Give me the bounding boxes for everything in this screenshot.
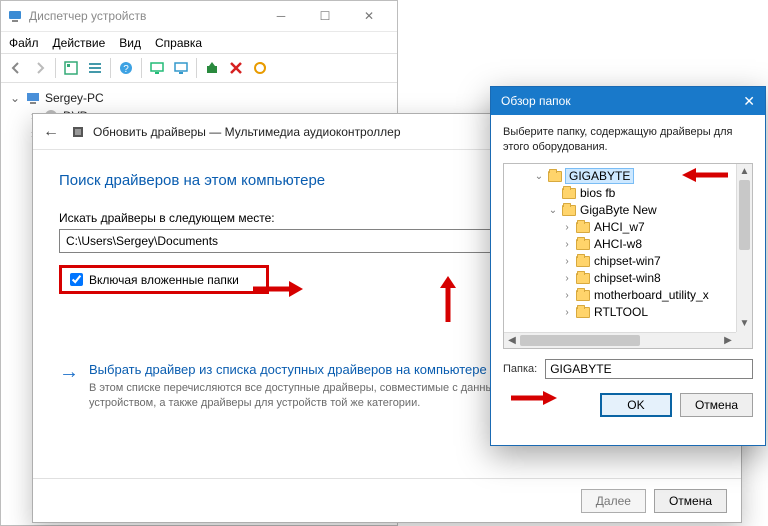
help-icon[interactable]: ? (115, 57, 137, 79)
folder-icon (562, 188, 576, 199)
menu-action[interactable]: Действие (53, 36, 106, 50)
folder-icon (548, 171, 562, 182)
device-manager-icon (7, 8, 23, 24)
driver-chip-icon (71, 125, 85, 139)
scan-icon[interactable] (249, 57, 271, 79)
chevron-down-icon[interactable]: ⌄ (534, 171, 544, 182)
folder-name: chipset-win7 (594, 254, 661, 268)
include-subfolders-checkbox[interactable] (70, 273, 83, 286)
folder-name: AHCI_w7 (594, 220, 645, 234)
computer-icon (25, 90, 41, 106)
folder-icon (562, 205, 576, 216)
menu-view[interactable]: Вид (119, 36, 141, 50)
update-driver-icon[interactable] (201, 57, 223, 79)
folder-name: AHCI-w8 (594, 237, 642, 251)
folder-tree-item[interactable]: › RTLTOOL (506, 304, 750, 321)
folder-name: motherboard_utility_x (594, 288, 709, 302)
bff-cancel-button[interactable]: Отмена (680, 393, 753, 417)
folder-name: chipset-win8 (594, 271, 661, 285)
toolbar-monitor2-icon[interactable] (170, 57, 192, 79)
folder-icon (576, 239, 590, 250)
folder-icon (576, 290, 590, 301)
chevron-right-icon[interactable]: › (562, 307, 572, 318)
dm-toolbar: ? (1, 53, 397, 83)
annotation-arrow-icon (509, 389, 557, 407)
browse-folder-dialog: Обзор папок ✕ Выберите папку, содержащую… (490, 86, 766, 446)
folder-field-label: Папка: (503, 363, 537, 375)
scroll-down-icon[interactable]: ▼ (737, 316, 752, 332)
tree-root[interactable]: ⌄ Sergey-PC (9, 89, 389, 107)
chevron-right-icon[interactable]: › (562, 273, 572, 284)
chevron-right-icon[interactable]: › (562, 239, 572, 250)
bff-titlebar[interactable]: Обзор папок ✕ (491, 87, 765, 115)
folder-name: GigaByte New (580, 203, 657, 217)
chevron-right-icon[interactable]: › (562, 222, 572, 233)
scroll-thumb[interactable] (520, 335, 640, 346)
chevron-right-icon[interactable]: › (562, 256, 572, 267)
folder-tree-item[interactable]: ⌄ GigaByte New (506, 202, 750, 219)
folder-icon (576, 222, 590, 233)
cancel-button[interactable]: Отмена (654, 489, 727, 513)
back-button[interactable]: ← (43, 123, 63, 141)
folder-tree-item[interactable]: ⌄ GIGABYTE (506, 168, 750, 185)
uninstall-icon[interactable] (225, 57, 247, 79)
folder-tree[interactable]: ⌄ GIGABYTE bios fb ⌄ GigaByte New › AHCI_w7 › AH… (503, 163, 753, 349)
tree-root-label: Sergey-PC (45, 91, 104, 105)
folder-name: bios fb (580, 186, 615, 200)
dm-titlebar[interactable]: Диспетчер устройств ─ ☐ ✕ (1, 1, 397, 31)
dm-menubar: Файл Действие Вид Справка (1, 31, 397, 53)
chevron-right-icon[interactable]: › (562, 290, 572, 301)
next-button[interactable]: Далее (581, 489, 646, 513)
close-icon[interactable]: ✕ (743, 93, 755, 110)
folder-tree-item[interactable]: › motherboard_utility_x (506, 287, 750, 304)
horizontal-scrollbar[interactable]: ◀ ▶ (504, 332, 736, 348)
option-title: Выбрать драйвер из списка доступных драй… (89, 362, 529, 377)
scroll-thumb[interactable] (739, 180, 750, 250)
menu-file[interactable]: Файл (9, 36, 39, 50)
svg-text:?: ? (123, 64, 129, 75)
include-subfolders-label: Включая вложенные папки (89, 273, 239, 287)
driver-path-value: C:\Users\Sergey\Documents (66, 234, 218, 248)
bff-title-text: Обзор папок (501, 94, 571, 108)
bff-instruction: Выберите папку, содержащую драйверы для … (491, 115, 765, 163)
scroll-up-icon[interactable]: ▲ (737, 164, 752, 180)
folder-tree-item[interactable]: bios fb (506, 185, 750, 202)
toolbar-monitor-icon[interactable] (146, 57, 168, 79)
folder-field[interactable] (545, 359, 753, 379)
chevron-down-icon[interactable]: ⌄ (9, 91, 21, 105)
include-subfolders-check[interactable]: Включая вложенные папки (59, 265, 269, 294)
folder-tree-item[interactable]: › AHCI_w7 (506, 219, 750, 236)
chevron-down-icon[interactable]: ⌄ (548, 205, 558, 216)
arrow-right-icon: → (59, 362, 79, 411)
folder-icon (576, 273, 590, 284)
wizard-footer: Далее Отмена (33, 478, 741, 522)
ok-button[interactable]: OK (600, 393, 672, 417)
scroll-left-icon[interactable]: ◀ (504, 333, 520, 348)
maximize-button[interactable]: ☐ (303, 2, 347, 30)
nav-back-button[interactable] (5, 57, 27, 79)
menu-help[interactable]: Справка (155, 36, 202, 50)
dm-title: Диспетчер устройств (29, 9, 259, 23)
option-desc: В этом списке перечисляются все доступны… (89, 381, 529, 411)
vertical-scrollbar[interactable]: ▲ ▼ (736, 164, 752, 332)
folder-icon (576, 256, 590, 267)
close-button[interactable]: ✕ (347, 2, 391, 30)
folder-icon (576, 307, 590, 318)
minimize-button[interactable]: ─ (259, 2, 303, 30)
folder-tree-item[interactable]: › AHCI-w8 (506, 236, 750, 253)
toolbar-list-icon[interactable] (84, 57, 106, 79)
toolbar-detail-icon[interactable] (60, 57, 82, 79)
wizard-header-text: Обновить драйверы — Мультимедиа аудиокон… (93, 125, 401, 139)
folder-tree-item[interactable]: › chipset-win8 (506, 270, 750, 287)
nav-fwd-button[interactable] (29, 57, 51, 79)
scroll-right-icon[interactable]: ▶ (720, 333, 736, 348)
folder-name: GIGABYTE (566, 169, 633, 183)
folder-tree-item[interactable]: › chipset-win7 (506, 253, 750, 270)
folder-name: RTLTOOL (594, 305, 648, 319)
